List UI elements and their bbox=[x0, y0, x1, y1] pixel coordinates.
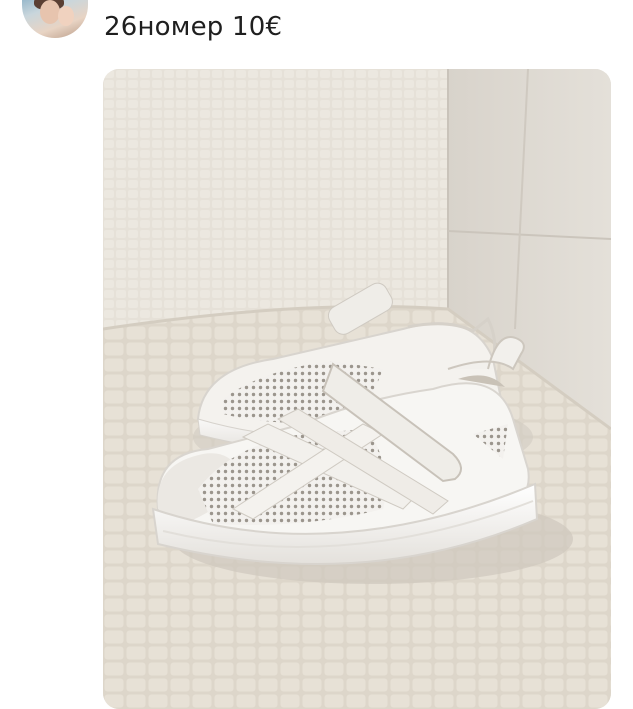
avatar-face bbox=[40, 0, 60, 24]
avatar-face-child bbox=[58, 6, 74, 26]
message-photo[interactable] bbox=[103, 69, 611, 709]
sender-avatar[interactable] bbox=[22, 0, 88, 38]
message-caption: 26номер 10€ bbox=[104, 12, 283, 42]
shoes-photo-image bbox=[103, 69, 611, 709]
